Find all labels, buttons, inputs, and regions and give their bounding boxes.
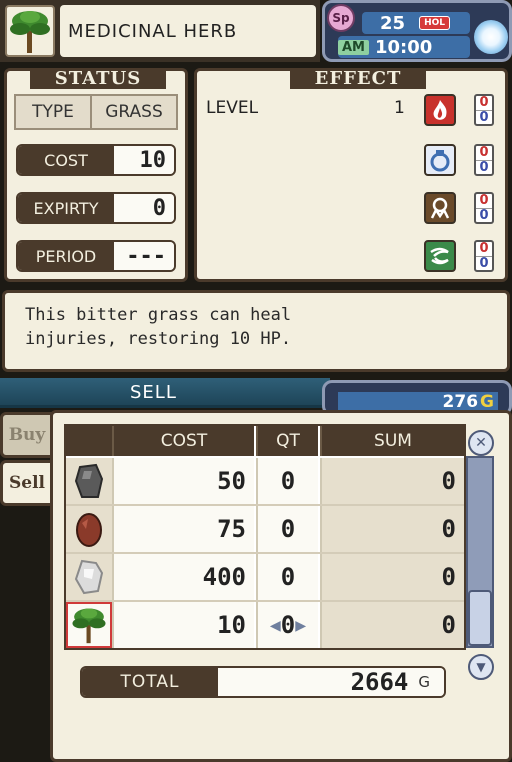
- tab-buy[interactable]: Buy: [0, 412, 54, 458]
- type-value: GRASS: [105, 102, 163, 122]
- row-1-quantity[interactable]: 0: [256, 458, 318, 504]
- expiry-value: 0: [114, 194, 174, 222]
- row-1-cost: 50: [112, 458, 254, 504]
- time-display: AM 10:00: [338, 36, 470, 58]
- fire-top-value: 0: [476, 96, 492, 111]
- gold-unit: G: [480, 392, 494, 412]
- period-label: PERIOD: [18, 242, 114, 270]
- header-cost: COST: [112, 426, 254, 456]
- row-3-quantity[interactable]: 0: [256, 554, 318, 600]
- period-value: ---: [114, 242, 174, 270]
- row-2-quantity[interactable]: 0: [256, 506, 318, 552]
- herb-icon: [5, 5, 55, 57]
- scrollbar-thumb[interactable]: [468, 590, 492, 646]
- earth-values: 0 0: [474, 192, 494, 224]
- white-ore-icon[interactable]: [66, 554, 112, 600]
- row-2-cost: 75: [112, 506, 254, 552]
- type-row: TYPE GRASS: [14, 94, 178, 130]
- row-2-sum: 0: [320, 506, 464, 552]
- row-1-sum: 0: [320, 458, 464, 504]
- gray-ore-icon[interactable]: [66, 458, 112, 504]
- level-value: 1: [394, 98, 405, 118]
- description-line-2: injuries, restoring 10 HP.: [25, 329, 292, 349]
- wind-icon: [424, 240, 456, 272]
- water-top-value: 0: [476, 146, 492, 161]
- earth-icon: [424, 192, 456, 224]
- header-sum: SUM: [320, 426, 464, 456]
- wind-bottom-value: 0: [479, 256, 489, 271]
- day-number: 25: [380, 12, 406, 34]
- season-badge: Sp: [327, 4, 355, 32]
- herb-icon[interactable]: [66, 602, 112, 648]
- row-4-quantity: 0: [280, 611, 296, 639]
- tab-sell[interactable]: Sell: [0, 460, 54, 506]
- row-4-cost: 10: [112, 602, 254, 648]
- description-panel: This bitter grass can heal injuries, res…: [2, 290, 510, 372]
- water-icon: [424, 144, 456, 176]
- row-4-sum: 0: [320, 602, 464, 648]
- expiry-label: EXPIRTY: [18, 194, 114, 222]
- status-title: STATUS: [30, 69, 166, 89]
- level-label: LEVEL: [206, 98, 259, 118]
- period-row: PERIOD ---: [16, 240, 176, 272]
- ampm-badge: AM: [338, 39, 369, 55]
- gold-display: 276 G: [338, 392, 498, 412]
- holiday-badge: HOL: [419, 16, 450, 30]
- effect-title: EFFECT: [290, 69, 426, 89]
- decrease-arrow-icon[interactable]: ◀: [270, 615, 281, 636]
- gold-value: 276: [442, 392, 479, 412]
- time-value: 10:00: [375, 36, 433, 58]
- scroll-down-icon[interactable]: ▼: [468, 654, 494, 680]
- row-3-sum: 0: [320, 554, 464, 600]
- cost-row: COST 10: [16, 144, 176, 176]
- type-label: TYPE: [16, 96, 92, 128]
- increase-arrow-icon[interactable]: ▶: [295, 615, 306, 636]
- cost-label: COST: [18, 146, 114, 174]
- cost-value: 10: [114, 146, 174, 174]
- day-display: 25 HOL: [362, 12, 470, 34]
- row-4-quantity-stepper[interactable]: ◀ 0 ▶: [256, 602, 318, 648]
- item-name: MEDICINAL HERB: [60, 5, 316, 57]
- total-label: TOTAL: [82, 668, 218, 696]
- mode-label: SELL: [130, 382, 177, 403]
- red-ore-icon[interactable]: [66, 506, 112, 552]
- earth-top-value: 0: [476, 194, 492, 209]
- total-value: 2664: [350, 668, 409, 696]
- row-3-cost: 400: [112, 554, 254, 600]
- expiry-row: EXPIRTY 0: [16, 192, 176, 224]
- sun-icon: [474, 20, 508, 54]
- total-value-box: 2664 G: [218, 668, 444, 696]
- wind-top-value: 0: [476, 242, 492, 257]
- header-icon-column: [66, 426, 112, 456]
- close-icon[interactable]: ✕: [468, 430, 494, 456]
- header-qt: QT: [256, 426, 318, 456]
- water-values: 0 0: [474, 144, 494, 176]
- total-unit: G: [418, 673, 430, 691]
- wind-values: 0 0: [474, 240, 494, 272]
- fire-bottom-value: 0: [479, 110, 489, 125]
- water-bottom-value: 0: [479, 160, 489, 175]
- earth-bottom-value: 0: [479, 208, 489, 223]
- total-row: TOTAL 2664 G: [80, 666, 446, 698]
- description-line-1: This bitter grass can heal: [25, 305, 292, 325]
- fire-icon: [424, 94, 456, 126]
- fire-values: 0 0: [474, 94, 494, 126]
